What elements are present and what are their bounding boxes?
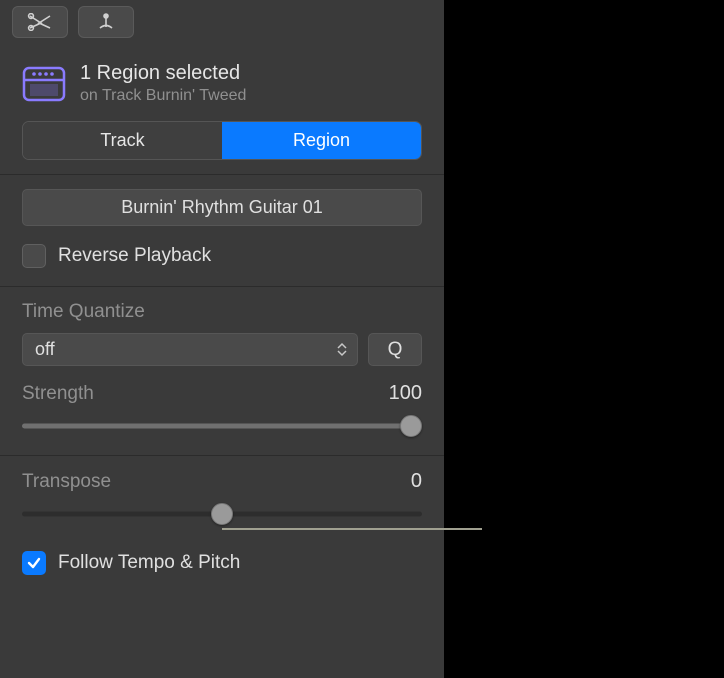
quantize-apply-button[interactable]: Q	[368, 333, 422, 366]
amp-icon	[22, 64, 66, 104]
follow-tempo-pitch-row[interactable]: Follow Tempo & Pitch	[22, 551, 422, 575]
chevron-up-down-icon	[337, 342, 347, 357]
strength-value[interactable]: 100	[389, 382, 422, 405]
callout-line	[222, 528, 482, 530]
metronome-button[interactable]	[78, 6, 134, 38]
scissors-button[interactable]	[12, 6, 68, 38]
reverse-playback-checkbox[interactable]	[22, 244, 46, 268]
name-reverse-section: Burnin' Rhythm Guitar 01 Reverse Playbac…	[0, 174, 444, 286]
check-icon	[26, 555, 42, 571]
tab-track[interactable]: Track	[23, 122, 222, 159]
slider-knob[interactable]	[400, 415, 422, 437]
transpose-section: Transpose 0 Follow Tempo & Pitch	[0, 455, 444, 593]
transpose-slider[interactable]	[22, 503, 422, 525]
region-name-field[interactable]: Burnin' Rhythm Guitar 01	[22, 189, 422, 226]
track-region-toggle: Track Region	[22, 121, 422, 160]
tab-region[interactable]: Region	[222, 122, 421, 159]
slider-knob[interactable]	[211, 503, 233, 525]
follow-tempo-pitch-checkbox[interactable]	[22, 551, 46, 575]
scissors-icon	[27, 13, 53, 31]
metronome-icon	[96, 12, 116, 32]
transpose-value[interactable]: 0	[411, 470, 422, 493]
region-header: 1 Region selected on Track Burnin' Tweed	[0, 44, 444, 115]
follow-tempo-pitch-label: Follow Tempo & Pitch	[58, 552, 240, 574]
reverse-playback-label: Reverse Playback	[58, 245, 211, 267]
quantize-dropdown[interactable]: off	[22, 333, 358, 366]
region-inspector-panel: 1 Region selected on Track Burnin' Tweed…	[0, 0, 444, 678]
strength-label: Strength	[22, 383, 94, 405]
time-quantize-section: Time Quantize off Q Strength 100	[0, 286, 444, 455]
time-quantize-label: Time Quantize	[22, 301, 422, 323]
region-count-title: 1 Region selected	[80, 62, 246, 85]
transpose-label: Transpose	[22, 471, 111, 493]
quantize-value: off	[35, 339, 55, 360]
track-name-subtitle: on Track Burnin' Tweed	[80, 87, 246, 105]
top-toolbar	[0, 0, 444, 44]
reverse-playback-row[interactable]: Reverse Playback	[22, 244, 422, 268]
strength-slider[interactable]	[22, 415, 422, 437]
